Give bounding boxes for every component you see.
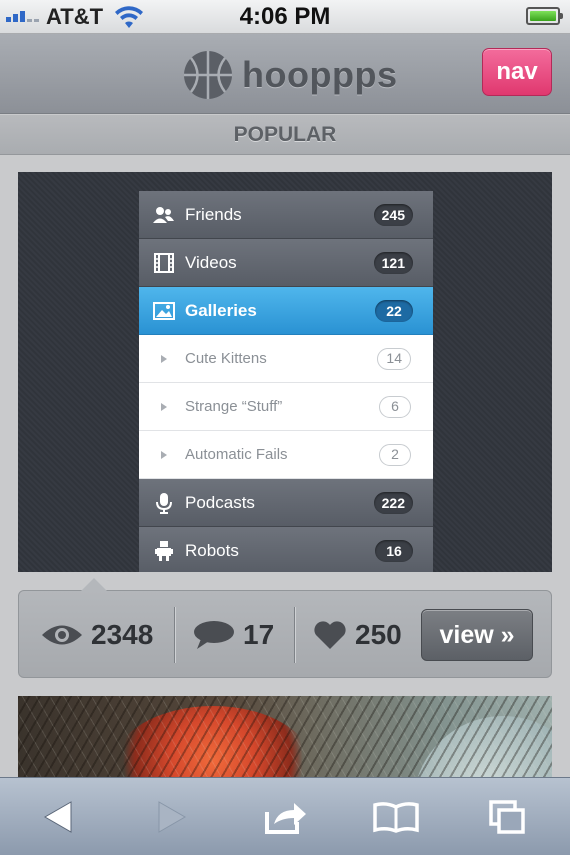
stat-divider (174, 607, 176, 663)
comments-count: 17 (243, 619, 275, 650)
status-time: 4:06 PM (239, 3, 331, 30)
second-shot-image[interactable] (18, 696, 552, 786)
list-item: Podcasts 222 (139, 479, 433, 527)
menu-label: Galleries (185, 300, 257, 320)
forward-icon (158, 801, 187, 833)
chevron-right-icon (161, 402, 167, 411)
view-button[interactable]: view » (421, 609, 533, 661)
likes-count: 250 (355, 619, 402, 650)
list-item: Galleries 22 (139, 287, 433, 335)
list-item: Robots 16 (139, 527, 433, 572)
views-stat: 2348 (41, 591, 153, 679)
count-badge: 121 (373, 252, 413, 274)
picture-icon (153, 300, 175, 322)
count-badge: 245 (373, 204, 413, 226)
count-badge: 16 (375, 540, 413, 562)
friends-icon (153, 204, 175, 226)
likes-stat[interactable]: 250 (313, 591, 402, 679)
list-item: Strange “Stuff” 6 (139, 383, 433, 431)
bookmarks-button[interactable] (356, 778, 436, 855)
chevron-right-icon (161, 450, 167, 459)
count-badge: 2 (379, 444, 411, 466)
browser-toolbar (0, 777, 570, 855)
basketball-icon (184, 51, 232, 99)
section-title: POPULAR (0, 115, 570, 155)
bookmarks-icon (373, 802, 419, 833)
microphone-icon (153, 492, 175, 514)
twigs-texture (18, 696, 552, 786)
count-badge: 222 (373, 492, 413, 514)
shot-menu-preview: Friends 245 Videos 121 Galleries 22 Cute… (139, 191, 433, 572)
count-badge: 14 (377, 348, 411, 370)
comments-stat[interactable]: 17 (193, 591, 274, 679)
menu-label: Videos (185, 252, 237, 272)
list-item: Friends 245 (139, 191, 433, 239)
list-item: Automatic Fails 2 (139, 431, 433, 479)
count-badge: 22 (375, 300, 413, 322)
views-count: 2348 (91, 619, 154, 650)
stat-divider (294, 607, 296, 663)
featured-shot-image[interactable]: Friends 245 Videos 121 Galleries 22 Cute… (18, 172, 552, 572)
tabs-icon (489, 800, 525, 834)
status-bar: AT&T 4:06 PM (0, 0, 570, 34)
comment-icon (194, 621, 234, 649)
eye-icon (42, 625, 82, 645)
menu-label: Podcasts (185, 492, 255, 512)
app-name: hooppps (242, 54, 398, 95)
shot-stats-bar: 2348 17 250 view » (18, 578, 552, 679)
count-badge: 6 (379, 396, 411, 418)
film-icon (153, 252, 175, 274)
menu-label: Automatic Fails (185, 446, 288, 463)
list-item: Videos 121 (139, 239, 433, 287)
back-button[interactable] (18, 778, 98, 855)
app-logo[interactable]: hooppps (182, 49, 397, 101)
list-item: Cute Kittens 14 (139, 335, 433, 383)
menu-label: Friends (185, 204, 242, 224)
chevron-right-icon (161, 354, 167, 363)
battery-icon (526, 7, 563, 25)
back-icon (43, 801, 72, 833)
forward-button[interactable] (132, 778, 212, 855)
share-button[interactable] (246, 778, 326, 855)
robot-icon (153, 540, 175, 562)
heart-icon (314, 621, 346, 649)
menu-label: Strange “Stuff” (185, 398, 283, 415)
menu-label: Cute Kittens (185, 350, 267, 367)
nav-button[interactable]: nav (482, 48, 552, 96)
app-header: hooppps nav (0, 34, 570, 114)
share-icon (265, 803, 306, 834)
tabs-button[interactable] (467, 778, 547, 855)
menu-label: Robots (185, 540, 239, 560)
